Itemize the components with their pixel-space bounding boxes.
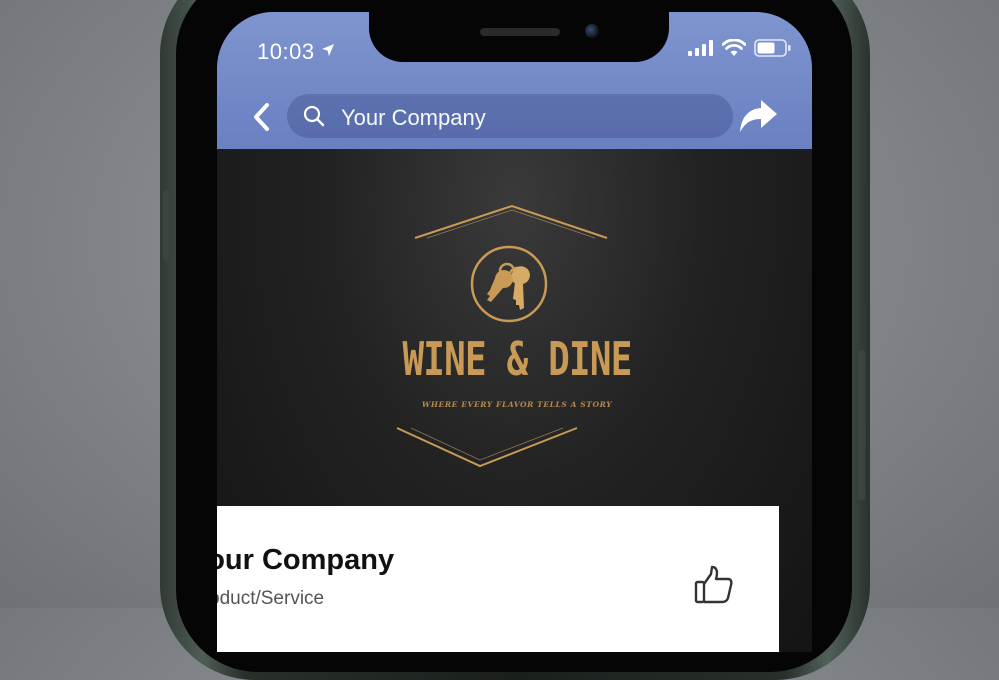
search-text: Your Company [341,105,486,130]
phone-notch [369,12,669,62]
logo-tagline: WHERE EVERY FLAVOR TELLS A STORY [421,400,613,409]
page-category: Product/Service [217,588,325,609]
keys-icon [470,245,548,323]
cover-logo: WINE & DINE WHERE EVERY FLAVOR TELLS A S… [367,202,667,468]
profile-card: Your Company Product/Service [217,506,779,652]
battery-icon [754,39,791,57]
logo-frame-top [414,204,608,239]
location-arrow-icon [322,44,334,56]
status-icons [688,39,792,57]
status-time: 10:03 [257,39,315,64]
search-icon [303,105,325,127]
cellular-signal-icon [688,40,713,56]
phone-side-button [858,350,865,500]
search-bar[interactable]: Your Company [287,94,733,138]
wifi-icon [722,39,746,56]
phone-speaker [480,28,560,36]
logo-frame-bottom [396,427,578,468]
thumbs-up-icon[interactable] [693,564,735,606]
phone-camera [585,24,599,38]
share-icon[interactable] [737,96,779,136]
page-name: Your Company [217,544,395,576]
logo-title: WINE & DINE [402,332,632,386]
phone-screen: 10:03 Your Company WINE & DINE WHERE EVE… [217,12,812,652]
phone-volume-button [163,190,169,260]
back-chevron-icon[interactable] [251,102,273,132]
